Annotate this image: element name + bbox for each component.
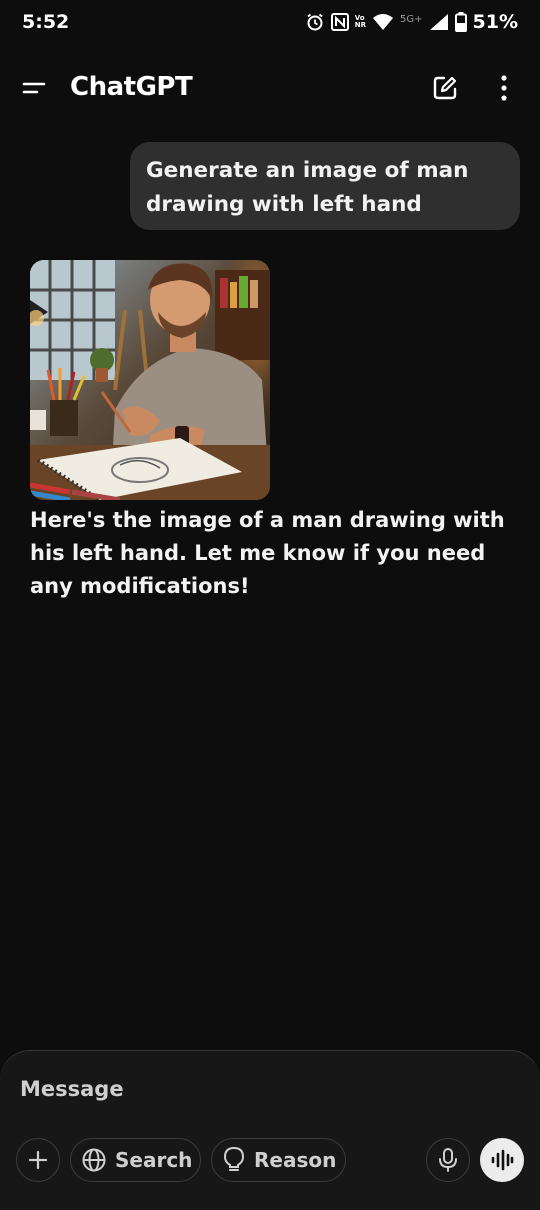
- app-title[interactable]: ChatGPT: [70, 72, 193, 102]
- search-button[interactable]: Search: [70, 1138, 201, 1182]
- battery-percentage: 51%: [472, 11, 518, 33]
- user-message-bubble[interactable]: Generate an image of man drawing with le…: [130, 142, 520, 230]
- nfc-icon: [330, 13, 349, 31]
- man-drawing-sketchbook-image: [30, 260, 270, 500]
- more-options-button[interactable]: [492, 73, 516, 103]
- status-time: 5:52: [22, 11, 70, 33]
- reason-label: Reason: [254, 1148, 337, 1172]
- app-header: ChatGPT: [0, 62, 540, 114]
- new-chat-button[interactable]: [430, 73, 460, 103]
- volte-icon: Vo NR: [355, 15, 366, 29]
- add-attachment-button[interactable]: [16, 1138, 60, 1182]
- dictate-button[interactable]: [426, 1138, 470, 1182]
- status-bar: 5:52 Vo NR 5G+ 51%: [0, 0, 540, 46]
- signal-icon: [429, 13, 449, 31]
- status-icons: Vo NR 5G+ 51%: [305, 11, 518, 33]
- volte-bottom-label: NR: [354, 21, 367, 29]
- menu-button[interactable]: [20, 74, 48, 102]
- message-input[interactable]: [20, 1072, 500, 1106]
- voice-mode-icon: [491, 1149, 514, 1171]
- network-type: 5G+: [400, 13, 423, 25]
- mic-icon: [439, 1148, 457, 1172]
- new-chat-icon: [433, 76, 457, 100]
- more-vertical-icon: [501, 75, 507, 101]
- search-label: Search: [115, 1148, 193, 1172]
- alarm-icon: [305, 12, 325, 32]
- plus-icon: [28, 1150, 48, 1170]
- reason-button[interactable]: Reason: [211, 1138, 346, 1182]
- wifi-icon: [372, 13, 394, 31]
- menu-icon: [22, 82, 46, 94]
- lightbulb-icon: [223, 1146, 245, 1171]
- voice-mode-button[interactable]: [480, 1138, 524, 1182]
- globe-icon: [82, 1148, 106, 1172]
- assistant-message: Here's the image of a man drawing with h…: [30, 508, 505, 598]
- generated-image[interactable]: [30, 260, 270, 500]
- battery-icon: [454, 12, 467, 32]
